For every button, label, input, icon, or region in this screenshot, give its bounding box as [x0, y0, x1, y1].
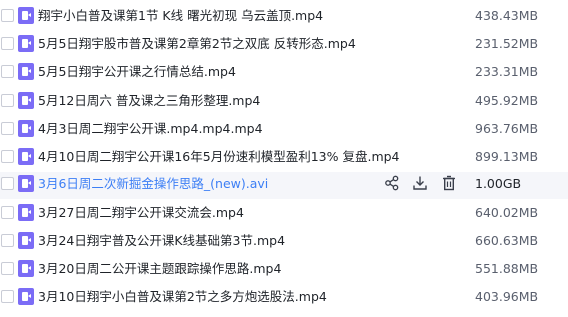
- file-row[interactable]: 5月5日翔宇股市普及课第2章第2节之双底 反转形态.mp4 231.52MB: [0, 32, 568, 59]
- row-checkbox[interactable]: [1, 9, 14, 22]
- file-row-hovered[interactable]: 3月6日周二次新掘金操作思路_(new).avi 1.00GB: [0, 172, 568, 199]
- file-name[interactable]: 4月3日周二翔宇公开课.mp4.mp4.mp4: [38, 120, 263, 137]
- file-size: 495.92MB: [475, 93, 539, 108]
- row-checkbox[interactable]: [1, 262, 14, 275]
- file-name[interactable]: 3月10日翔宇小白普及课第2节之多方炮选股法.mp4: [38, 288, 327, 305]
- delete-button[interactable]: [440, 174, 458, 192]
- file-size: 899.13MB: [475, 149, 539, 164]
- video-file-icon: [18, 175, 34, 192]
- file-size: 403.96MB: [475, 289, 539, 304]
- file-name[interactable]: 3月27日周二翔宇公开课交流会.mp4: [38, 204, 244, 221]
- file-row[interactable]: 5月12日周六 普及课之三角形整理.mp4 495.92MB: [0, 89, 568, 116]
- row-checkbox[interactable]: [1, 290, 14, 303]
- download-button[interactable]: [411, 174, 429, 192]
- video-file-icon: [18, 288, 34, 305]
- file-name[interactable]: 5月5日翔宇公开课之行情总结.mp4: [38, 63, 236, 80]
- video-file-icon: [18, 35, 34, 52]
- file-row[interactable]: 3月10日翔宇小白普及课第2节之多方炮选股法.mp4 403.96MB: [0, 285, 568, 312]
- row-checkbox[interactable]: [1, 206, 14, 219]
- file-size: 551.88MB: [475, 261, 539, 276]
- file-name[interactable]: 翔宇小白普及课第1节 K线 曙光初现 乌云盖顶.mp4: [38, 7, 323, 24]
- video-file-icon: [18, 232, 34, 249]
- file-row[interactable]: 4月10日周二翔宇公开课16年5月份速利模型盈利13% 复盘.mp4 899.1…: [0, 145, 568, 172]
- video-file-icon: [18, 120, 34, 137]
- video-file-icon: [18, 63, 34, 80]
- file-size: 231.52MB: [475, 36, 539, 51]
- row-checkbox[interactable]: [1, 177, 14, 190]
- row-checkbox[interactable]: [1, 94, 14, 107]
- file-name[interactable]: 5月5日翔宇股市普及课第2章第2节之双底 反转形态.mp4: [38, 35, 356, 52]
- file-size: 660.63MB: [475, 233, 539, 248]
- file-row[interactable]: 3月27日周二翔宇公开课交流会.mp4 640.02MB: [0, 201, 568, 228]
- download-icon: [413, 176, 427, 190]
- row-checkbox[interactable]: [1, 65, 14, 78]
- file-name[interactable]: 5月12日周六 普及课之三角形整理.mp4: [38, 92, 260, 109]
- video-file-icon: [18, 7, 34, 24]
- file-name[interactable]: 3月24日翔宇普及公开课K线基础第3节.mp4: [38, 232, 285, 249]
- file-size: 233.31MB: [475, 64, 539, 79]
- file-row[interactable]: 5月5日翔宇公开课之行情总结.mp4 233.31MB: [0, 60, 568, 87]
- video-file-icon: [18, 204, 34, 221]
- file-name[interactable]: 3月20日周二公开课主题跟踪操作思路.mp4: [38, 260, 281, 277]
- file-size: 438.43MB: [475, 8, 539, 23]
- file-name[interactable]: 3月6日周二次新掘金操作思路_(new).avi: [38, 175, 268, 192]
- video-file-icon: [18, 148, 34, 165]
- trash-icon: [443, 175, 455, 191]
- video-file-icon: [18, 92, 34, 109]
- file-row[interactable]: 3月20日周二公开课主题跟踪操作思路.mp4 551.88MB: [0, 257, 568, 284]
- row-checkbox[interactable]: [1, 122, 14, 135]
- row-checkbox[interactable]: [1, 150, 14, 163]
- row-checkbox[interactable]: [1, 37, 14, 50]
- file-row[interactable]: 翔宇小白普及课第1节 K线 曙光初现 乌云盖顶.mp4 438.43MB: [0, 4, 568, 31]
- file-row[interactable]: 4月3日周二翔宇公开课.mp4.mp4.mp4 963.76MB: [0, 117, 568, 144]
- share-icon: [385, 175, 399, 191]
- video-file-icon: [18, 260, 34, 277]
- file-size: 640.02MB: [475, 205, 539, 220]
- file-size: 963.76MB: [475, 121, 539, 136]
- file-row[interactable]: 3月24日翔宇普及公开课K线基础第3节.mp4 660.63MB: [0, 229, 568, 256]
- row-checkbox[interactable]: [1, 234, 14, 247]
- file-name[interactable]: 4月10日周二翔宇公开课16年5月份速利模型盈利13% 复盘.mp4: [38, 148, 400, 165]
- share-button[interactable]: [383, 174, 401, 192]
- file-list: 翔宇小白普及课第1节 K线 曙光初现 乌云盖顶.mp4 438.43MB 5月5…: [0, 0, 568, 317]
- file-size: 1.00GB: [475, 176, 522, 191]
